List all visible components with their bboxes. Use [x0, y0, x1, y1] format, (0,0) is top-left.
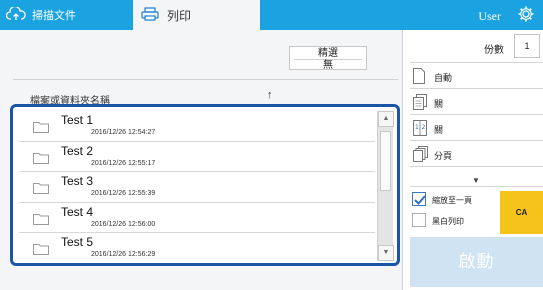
file-name: Test 4 [61, 204, 94, 219]
top-bar: 掃描文件 列印 User [0, 0, 543, 30]
page-icon [413, 68, 425, 89]
mono-print-checkbox[interactable] [412, 213, 426, 227]
user-label[interactable]: User [478, 9, 501, 24]
nup-icon: 12 [413, 120, 427, 141]
setting-paper[interactable]: 自動 [410, 62, 543, 88]
svg-text:1: 1 [415, 124, 419, 131]
setting-duplex[interactable]: 關 [410, 88, 543, 114]
file-name: Test 1 [61, 113, 94, 127]
file-list-item[interactable]: Test 2 2016/12/26 12:55:17 [19, 142, 375, 172]
file-browser-panel: 精選 無 檔案或資料夾名稱 ↑ Test 1 2016/12/26 12:54:… [0, 30, 403, 290]
file-list-scrollbar[interactable]: ▲ ▼ [377, 111, 394, 261]
tab-print-label: 列印 [167, 8, 192, 23]
cloud-upload-icon [5, 5, 32, 24]
scroll-up-button[interactable]: ▲ [378, 111, 394, 127]
file-date: 2016/12/26 12:55:39 [91, 190, 156, 197]
tab-scan-document[interactable]: 掃描文件 [0, 0, 133, 30]
folder-icon [33, 151, 49, 169]
file-date: 2016/12/26 12:56:00 [91, 220, 156, 228]
folder-icon [33, 242, 49, 260]
mono-print-label: 黑白列印 [432, 217, 464, 226]
file-date: 2016/12/26 12:54:27 [91, 129, 156, 136]
file-list-item[interactable]: Test 5 2016/12/26 12:56:29 [19, 233, 375, 263]
scroll-down-button[interactable]: ▼ [378, 245, 394, 261]
copies-label: 份數 [484, 45, 504, 56]
file-name: Test 5 [61, 235, 94, 249]
duplex-icon [413, 94, 427, 115]
file-list-item[interactable]: Test 1 2016/12/26 12:54:27 [19, 111, 375, 142]
file-name: Test 2 [61, 143, 94, 158]
printer-icon [141, 6, 167, 24]
filter-value: 無 [323, 60, 333, 71]
file-list-item[interactable]: Test 4 2016/12/26 12:56:00 [19, 203, 375, 233]
print-settings-panel: 份數 1 自動 關 12 關 分頁 ▼ 縮放至一頁 黑白列印 CA 啟動 [404, 30, 543, 290]
filter-title: 精選 [318, 48, 338, 59]
settings-divider [410, 186, 543, 187]
setting-collate[interactable]: 分頁 [410, 140, 543, 166]
file-list-item[interactable]: Test 3 2016/12/26 12:55:39 [19, 172, 375, 203]
copies-input[interactable]: 1 [514, 34, 540, 58]
collate-icon [413, 146, 428, 167]
file-list-frame: Test 1 2016/12/26 12:54:27 Test 2 2016/1… [10, 104, 400, 266]
setting-duplex-label: 關 [434, 99, 444, 109]
fit-to-page-label: 縮放至一頁 [432, 196, 472, 205]
scroll-thumb[interactable] [380, 131, 391, 191]
file-date: 2016/12/26 12:55:17 [91, 159, 156, 167]
start-button[interactable]: 啟動 [410, 237, 543, 287]
file-list: Test 1 2016/12/26 12:54:27 Test 2 2016/1… [19, 111, 375, 263]
setting-nup-label: 關 [434, 125, 444, 135]
more-settings-arrow[interactable]: ▼ [472, 176, 480, 185]
setting-paper-label: 自動 [434, 73, 453, 83]
filter-button[interactable]: 精選 無 [289, 46, 367, 71]
tab-scan-label: 掃描文件 [32, 10, 76, 22]
folder-icon [33, 212, 49, 230]
setting-nup[interactable]: 12 關 [410, 114, 543, 140]
file-name: Test 3 [61, 174, 94, 188]
setting-collate-label: 分頁 [434, 151, 453, 161]
checkmark-icon [414, 195, 426, 205]
file-date: 2016/12/26 12:56:29 [91, 251, 156, 258]
sort-ascending-button[interactable]: ↑ [267, 89, 273, 101]
gear-icon[interactable] [517, 5, 535, 28]
ca-button[interactable]: CA [500, 191, 543, 234]
tab-print[interactable]: 列印 [133, 0, 260, 30]
column-header: 檔案或資料夾名稱 ↑ [13, 79, 398, 107]
fit-to-page-checkbox[interactable] [412, 192, 426, 206]
folder-icon [33, 181, 49, 199]
svg-text:2: 2 [422, 124, 426, 131]
folder-icon [33, 120, 49, 138]
